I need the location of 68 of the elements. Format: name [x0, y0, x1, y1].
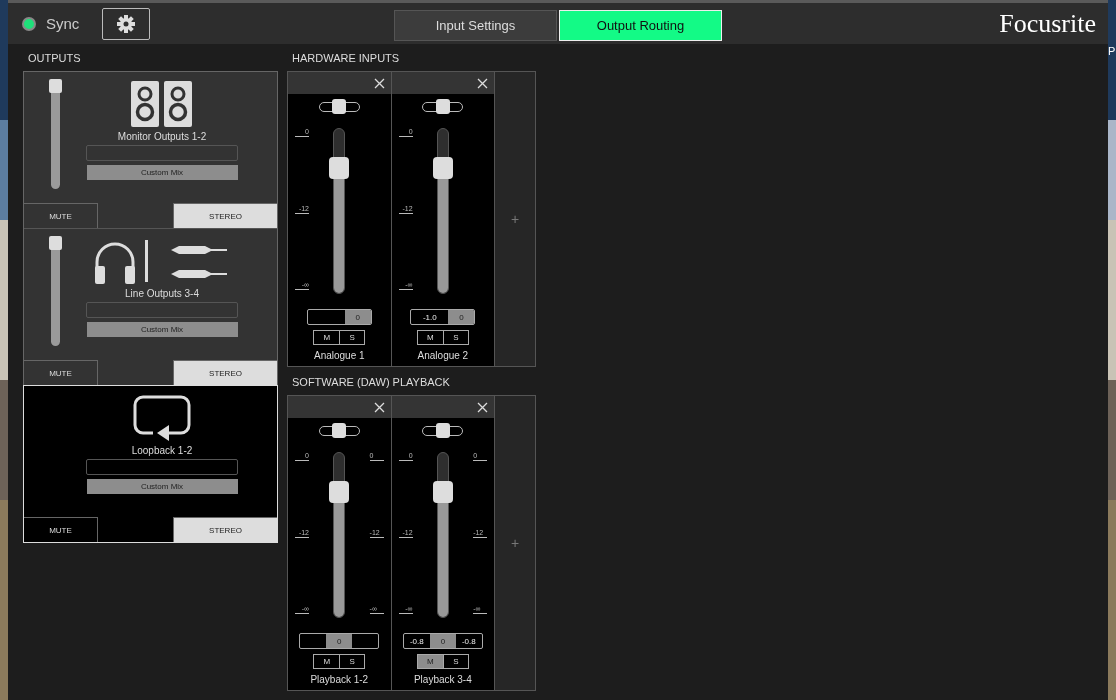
solo-button[interactable]: S [442, 655, 468, 668]
gain-readout: 0 [448, 310, 475, 324]
fader-thumb[interactable] [329, 156, 350, 179]
volume-slider[interactable] [50, 236, 60, 346]
slider-thumb[interactable] [48, 236, 62, 250]
name-field[interactable] [86, 145, 238, 161]
solo-button[interactable]: S [442, 331, 468, 344]
fader-thumb[interactable] [432, 156, 453, 179]
mute-button[interactable]: MUTE [24, 203, 98, 228]
stereo-button[interactable]: STEREO [173, 203, 277, 228]
section-title: OUTPUTS [28, 52, 82, 65]
mix-button[interactable]: Custom Mix [86, 322, 238, 337]
sync-label: Sync [46, 15, 80, 32]
solo-button[interactable]: S [339, 331, 365, 344]
mute-button[interactable]: M [417, 331, 443, 344]
gain-readout: 0 [326, 634, 353, 648]
desktop-text: P [1108, 45, 1116, 57]
level-readout: -1.0 [421, 311, 438, 324]
pan-thumb[interactable] [435, 99, 450, 114]
fader-track[interactable] [432, 128, 453, 294]
fader-track[interactable] [329, 452, 350, 618]
tab[interactable]: Output Routing [559, 10, 722, 41]
fader-track[interactable] [329, 128, 350, 294]
output-name: Line Outputs 3-4 [125, 288, 199, 299]
channel-name: Analogue 1 [314, 350, 365, 361]
close-icon[interactable] [477, 77, 489, 89]
output-name: Loopback 1-2 [131, 445, 193, 456]
mute-button[interactable]: M [314, 331, 340, 344]
mute-button[interactable]: M [417, 655, 443, 668]
section-title: HARDWARE INPUTS [292, 52, 401, 65]
pan-thumb[interactable] [332, 423, 347, 438]
solo-button[interactable]: S [339, 655, 365, 668]
gain-readout: 0 [344, 310, 371, 324]
name-field[interactable] [86, 302, 238, 318]
fader-thumb[interactable] [329, 480, 350, 503]
section-title: SOFTWARE (DAW) PLAYBACK [292, 376, 451, 389]
stereo-button[interactable]: STEREO [173, 360, 277, 385]
tab[interactable]: Input Settings [394, 10, 557, 41]
close-icon[interactable] [373, 77, 385, 89]
mute-button[interactable]: MUTE [24, 517, 98, 542]
output-panel[interactable]: Line Outputs 3-4 Custom Mix MUTE STEREO [24, 229, 277, 385]
channel-name: Playback 3-4 [413, 674, 472, 685]
output-panel[interactable]: Monitor Outputs 1-2 Custom Mix MUTE STEREO [24, 72, 277, 228]
output-name: Monitor Outputs 1-2 [117, 131, 207, 142]
close-icon[interactable] [373, 401, 385, 413]
output-panel[interactable]: Loopback 1-2 Custom Mix MUTE STEREO [24, 386, 277, 542]
pan-thumb[interactable] [332, 99, 347, 114]
pan-thumb[interactable] [435, 423, 450, 438]
channel-name: Analogue 2 [417, 350, 469, 361]
level-readout: -0.8 [460, 635, 477, 648]
fader-track[interactable] [432, 452, 453, 618]
mix-button[interactable]: Custom Mix [86, 479, 238, 494]
name-field[interactable] [86, 459, 238, 475]
fader-thumb[interactable] [432, 480, 453, 503]
gain-readout: 0 [429, 634, 456, 648]
volume-slider[interactable] [50, 79, 60, 189]
stereo-button[interactable]: STEREO [173, 517, 277, 542]
slider-thumb[interactable] [48, 79, 62, 93]
loop-icon [133, 395, 191, 441]
speakers-icon [131, 81, 193, 127]
mix-button[interactable]: Custom Mix [86, 165, 238, 180]
close-icon[interactable] [477, 401, 489, 413]
channel-name: Playback 1-2 [310, 674, 369, 685]
mute-button[interactable]: M [314, 655, 340, 668]
logo: Focusrite [999, 8, 1096, 39]
level-readout: -0.8 [408, 635, 425, 648]
settings-button[interactable] [102, 7, 151, 40]
settings-icon [117, 14, 136, 33]
